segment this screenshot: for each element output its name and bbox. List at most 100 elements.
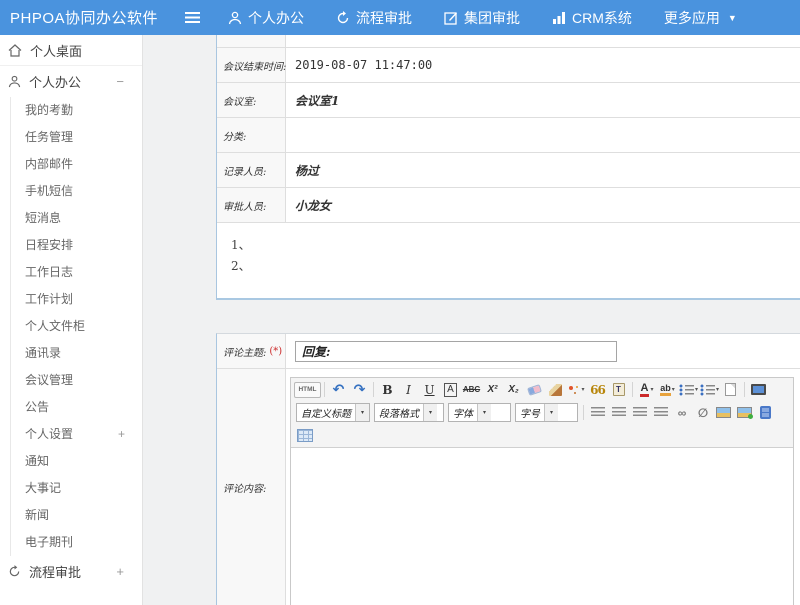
new-page-icon[interactable] — [725, 383, 736, 396]
insert-table-icon[interactable] — [297, 429, 313, 442]
row-meeting-room: 会议室: 会议室1 — [217, 83, 800, 118]
italic-button[interactable]: I — [399, 380, 418, 399]
sidebar-item-news[interactable]: 新闻 — [11, 502, 142, 529]
align-left-icon[interactable] — [591, 407, 605, 418]
bold-button[interactable]: B — [378, 380, 397, 399]
redo-icon[interactable]: ↷ — [350, 380, 369, 399]
nav-workflow-approval[interactable]: 流程审批 — [336, 8, 412, 28]
sidebar-item-internal-mail[interactable]: 内部邮件 — [11, 151, 142, 178]
underline-button[interactable]: U — [420, 380, 439, 399]
field-label: 分类: — [217, 118, 286, 152]
caret-down-icon[interactable]: ▾ — [672, 386, 675, 393]
quick-format-icon[interactable] — [568, 384, 580, 396]
undo-icon[interactable]: ↶ — [329, 380, 348, 399]
sidebar-item-file-cabinet[interactable]: 个人文件柜 — [11, 313, 142, 340]
strikethrough-button[interactable]: ABC — [462, 380, 481, 399]
insert-image-icon[interactable] — [716, 407, 731, 418]
field-value — [286, 118, 800, 152]
nav-label: 个人办公 — [248, 8, 304, 28]
sidebar-item-desktop[interactable]: 个人桌面 — [0, 35, 142, 66]
custom-heading-select[interactable]: 自定义标题 ▾ — [296, 403, 370, 422]
align-center-icon[interactable] — [612, 407, 626, 418]
caret-down-icon[interactable]: ▾ — [695, 386, 698, 393]
eraser-icon[interactable] — [527, 384, 542, 396]
align-right-icon[interactable] — [633, 407, 647, 418]
sidebar: 个人桌面 个人办公 − 我的考勤 任务管理 内部邮件 手机短信 短消息 日程安排… — [0, 35, 143, 605]
field-value: 小龙女 — [286, 188, 800, 222]
sidebar-item-attendance[interactable]: 我的考勤 — [11, 97, 142, 124]
comment-table: 评论主题: (*) 评论内容: HTML ↶ — [216, 333, 800, 605]
sidebar-item-meeting-management[interactable]: 会议管理 — [11, 367, 142, 394]
nav-more-apps[interactable]: 更多应用 ▼ — [664, 8, 737, 28]
caret-down-icon: ▾ — [544, 404, 558, 421]
html-source-button[interactable]: HTML — [294, 382, 321, 398]
caret-down-icon[interactable]: ▾ — [716, 386, 719, 393]
collapse-icon[interactable]: − — [116, 74, 124, 89]
nav-crm-system[interactable]: CRM系统 — [552, 8, 632, 28]
app-title: PHPOA协同办公软件 — [0, 7, 185, 28]
font-family-select[interactable]: 字体 ▾ — [448, 403, 511, 422]
sidebar-item-schedule[interactable]: 日程安排 — [11, 232, 142, 259]
editor-toolbar-row2: 自定义标题 ▾ 段落格式 ▾ 字体 ▾ — [291, 401, 793, 424]
insert-media-icon[interactable] — [760, 406, 771, 419]
required-mark: (*) — [269, 346, 282, 357]
remove-link-icon[interactable]: ∅ — [693, 403, 712, 422]
sidebar-item-contacts[interactable]: 通讯录 — [11, 340, 142, 367]
meeting-detail-table: 会议结束时间: 2019-08-07 11:47:00 会议室: 会议室1 分类… — [216, 35, 800, 300]
sidebar-item-tasks[interactable]: 任务管理 — [11, 124, 142, 151]
insert-link-icon[interactable]: ∞ — [672, 403, 691, 422]
row-approver: 审批人员: 小龙女 — [217, 188, 800, 223]
caret-down-icon[interactable]: ▾ — [581, 386, 584, 393]
sidebar-item-memorabilia[interactable]: 大事记 — [11, 475, 142, 502]
superscript-button[interactable]: X² — [483, 380, 502, 399]
sidebar-item-short-message[interactable]: 短消息 — [11, 205, 142, 232]
row-meeting-end-time: 会议结束时间: 2019-08-07 11:47:00 — [217, 48, 800, 83]
caret-down-icon: ▾ — [423, 404, 437, 421]
sidebar-item-sms[interactable]: 手机短信 — [11, 178, 142, 205]
row-comment-subject: 评论主题: (*) — [217, 334, 800, 369]
user-icon — [228, 11, 242, 25]
sidebar-item-work-log[interactable]: 工作日志 — [11, 259, 142, 286]
font-color-button[interactable]: A — [640, 383, 650, 397]
subscript-button[interactable]: X₂ — [504, 380, 523, 399]
sidebar-item-work-plan[interactable]: 工作计划 — [11, 286, 142, 313]
comment-subject-input[interactable] — [295, 341, 617, 362]
expand-icon[interactable]: + — [118, 421, 125, 448]
cycle-icon — [8, 565, 21, 578]
editor-toolbar-row3 — [291, 424, 793, 447]
sidebar-item-e-journal[interactable]: 电子期刊 — [11, 529, 142, 556]
fullscreen-icon[interactable] — [751, 384, 766, 395]
sidebar-group-workflow[interactable]: 流程审批 + — [0, 556, 142, 587]
sidebar-group-personal-office[interactable]: 个人办公 − — [0, 66, 142, 97]
highlight-color-button[interactable]: ab — [660, 383, 671, 396]
font-size-select[interactable]: 字号 ▾ — [515, 403, 578, 422]
field-value: 会议室1 — [286, 83, 800, 117]
nav-label: 流程审批 — [356, 8, 412, 28]
nav-label: 更多应用 — [664, 8, 720, 28]
editor-content-area[interactable] — [291, 447, 793, 605]
sidebar-item-announcement[interactable]: 公告 — [11, 394, 142, 421]
font-style-button[interactable]: A — [444, 383, 457, 397]
sidebar-item-personal-settings[interactable]: 个人设置 + — [11, 421, 142, 448]
expand-icon[interactable]: + — [116, 564, 124, 579]
format-brush-icon[interactable] — [549, 384, 562, 396]
paragraph-format-select[interactable]: 段落格式 ▾ — [374, 403, 444, 422]
sidebar-item-label: 个人桌面 — [30, 41, 82, 60]
ordered-list-icon[interactable] — [679, 384, 694, 396]
field-value: 杨过 — [286, 153, 800, 187]
align-justify-icon[interactable] — [654, 407, 668, 418]
row-category: 分类: — [217, 118, 800, 153]
unordered-list-icon[interactable] — [700, 384, 715, 396]
edit-icon — [444, 11, 458, 25]
blockquote-button[interactable]: 66 — [588, 380, 607, 399]
nav-personal-office[interactable]: 个人办公 — [228, 8, 304, 28]
content-line: 1、 — [231, 235, 800, 256]
top-navbar: PHPOA协同办公软件 个人办公 流程审批 集团审批 CRM系统 更多应用 ▼ — [0, 0, 800, 35]
editor-toolbar-row1: HTML ↶ ↷ B I U A ABC X² X₂ — [291, 378, 793, 401]
upload-image-icon[interactable] — [737, 407, 752, 418]
nav-group-approval[interactable]: 集团审批 — [444, 8, 520, 28]
hamburger-menu-icon[interactable] — [185, 12, 200, 23]
paste-text-icon[interactable]: T — [613, 383, 625, 396]
caret-down-icon[interactable]: ▾ — [650, 386, 653, 393]
sidebar-item-notice[interactable]: 通知 — [11, 448, 142, 475]
